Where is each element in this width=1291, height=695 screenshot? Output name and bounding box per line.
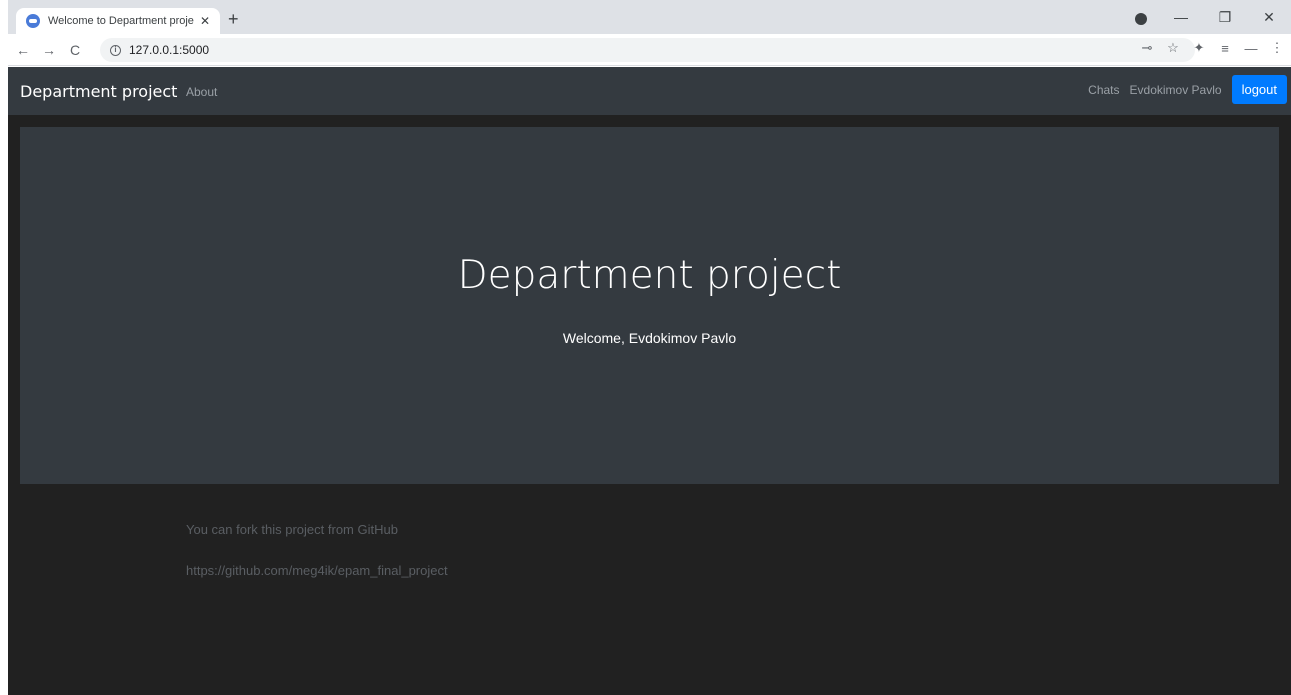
- restore-button[interactable]: ❐: [1203, 9, 1247, 26]
- browser-tab[interactable]: Welcome to Department project ✕: [16, 8, 220, 34]
- logout-button[interactable]: logout: [1231, 75, 1287, 104]
- page-title: Department project: [457, 253, 842, 298]
- window-controls: — ❐ ✕: [1159, 0, 1291, 34]
- minus-icon[interactable]: —: [1243, 41, 1259, 56]
- close-window-button[interactable]: ✕: [1247, 9, 1291, 26]
- url-text[interactable]: 127.0.0.1:5000: [129, 43, 209, 57]
- browser-toolbar: ← → C i 127.0.0.1:5000 ⊸ ☆ ✦ ≡ — ⋮: [8, 34, 1291, 66]
- back-button[interactable]: ←: [12, 42, 34, 58]
- nav-link-user[interactable]: Evdokimov Pavlo: [1130, 83, 1222, 97]
- minimize-button[interactable]: —: [1159, 9, 1203, 25]
- menu-icon[interactable]: ⋮: [1269, 40, 1285, 56]
- puzzle-icon[interactable]: ✦: [1191, 40, 1207, 56]
- github-link[interactable]: https://github.com/meg4ik/epam_final_pro…: [186, 563, 448, 578]
- favicon-icon: [26, 14, 40, 28]
- star-icon[interactable]: ☆: [1165, 40, 1181, 56]
- hero-jumbotron: Department project Welcome, Evdokimov Pa…: [20, 127, 1279, 484]
- tab-strip: Welcome to Department project ✕ + — ❐ ✕: [8, 0, 1291, 34]
- forward-button[interactable]: →: [38, 42, 60, 58]
- key-icon[interactable]: ⊸: [1139, 40, 1155, 56]
- site-info-icon[interactable]: i: [110, 44, 121, 56]
- toolbar-actions: ⊸ ☆ ✦ ≡ — ⋮: [1139, 40, 1285, 56]
- fork-info-text: You can fork this project from GitHub: [186, 522, 398, 537]
- browser-window: Welcome to Department project ✕ + — ❐ ✕ …: [8, 0, 1291, 695]
- reload-button[interactable]: C: [64, 42, 86, 58]
- navbar-right: Chats Evdokimov Pavlo logout: [1088, 75, 1287, 104]
- nav-link-about[interactable]: About: [186, 85, 217, 99]
- new-tab-button[interactable]: +: [228, 10, 239, 28]
- navbar-brand[interactable]: Department project: [20, 82, 177, 101]
- queue-icon[interactable]: ≡: [1217, 41, 1233, 56]
- tab-title: Welcome to Department project: [48, 15, 194, 27]
- tab-close-icon[interactable]: ✕: [200, 14, 210, 28]
- site-navbar: Department project About Chats Evdokimov…: [8, 67, 1291, 115]
- address-bar[interactable]: i 127.0.0.1:5000: [100, 38, 1195, 62]
- page-content: Department project About Chats Evdokimov…: [8, 67, 1291, 695]
- profile-icon[interactable]: [1135, 13, 1147, 25]
- welcome-message: Welcome, Evdokimov Pavlo: [562, 330, 737, 346]
- nav-link-chats[interactable]: Chats: [1088, 83, 1119, 97]
